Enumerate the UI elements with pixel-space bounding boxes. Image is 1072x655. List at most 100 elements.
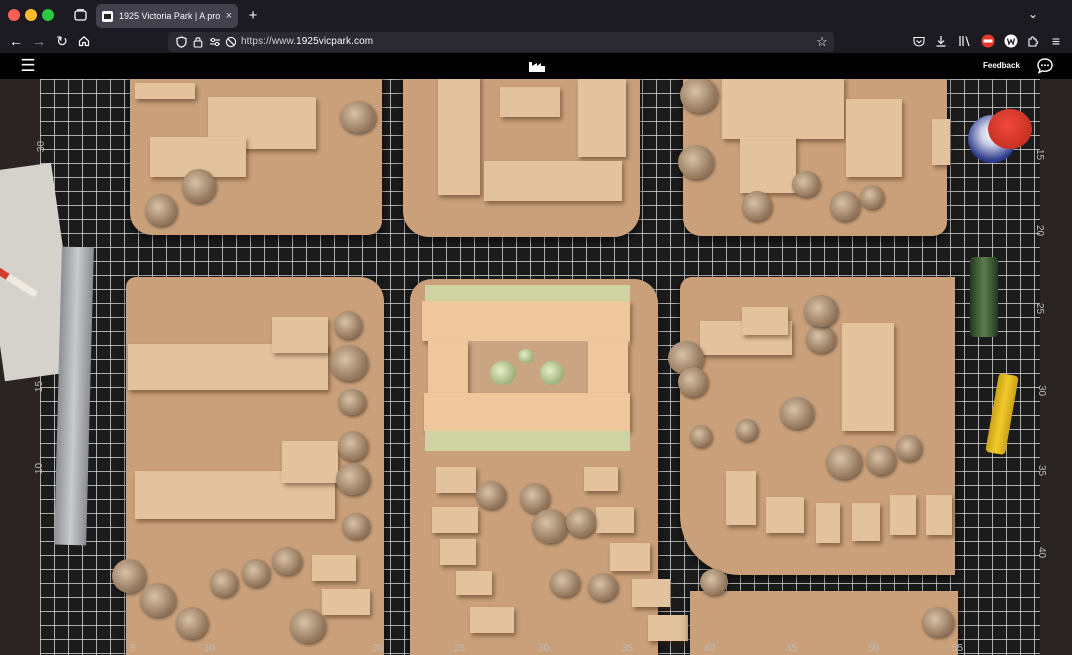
model-building [440, 539, 476, 565]
model-tree [210, 569, 238, 597]
model-tree [792, 171, 820, 197]
model-tree [860, 185, 884, 209]
mat-number-bottom: 40 [704, 643, 716, 654]
model-tree [330, 345, 368, 381]
model-tree [334, 311, 362, 339]
model-building [322, 589, 370, 615]
reload-button[interactable]: ↻ [54, 33, 70, 49]
mat-number-bottom: 30 [538, 643, 550, 654]
url-text[interactable]: https://www.1925vicpark.com [241, 36, 373, 47]
home-icon[interactable] [76, 33, 92, 49]
model-tree [804, 295, 838, 327]
bookmark-star-icon[interactable]: ☆ [814, 34, 830, 50]
wordtune-extension-icon[interactable] [1003, 34, 1018, 48]
model-tree [338, 431, 368, 461]
mat-number-bottom: 25 [454, 643, 466, 654]
forward-button[interactable]: → [31, 33, 47, 49]
model-building [632, 579, 670, 607]
model-building [722, 77, 844, 139]
model-tree [806, 325, 836, 353]
model-tree [678, 367, 708, 397]
model-building [135, 83, 195, 99]
model-tree [826, 445, 862, 479]
model-building [816, 503, 840, 543]
model-base-strip [690, 591, 958, 655]
courtyard-building-north [422, 301, 630, 341]
mat-number-bottom: 5 [130, 643, 136, 654]
model-building [596, 507, 634, 533]
extensions-puzzle-icon[interactable] [1026, 34, 1040, 48]
model-building [726, 471, 756, 525]
green-strip [425, 431, 630, 451]
model-tree [700, 569, 728, 595]
model-tree [290, 609, 326, 643]
model-building [484, 161, 622, 201]
model-building [926, 495, 952, 535]
library-icon[interactable] [957, 34, 971, 48]
model-tree [550, 569, 580, 597]
pocket-icon[interactable] [912, 34, 926, 48]
model-building [584, 467, 618, 491]
hamburger-menu-icon[interactable]: ☰ [18, 56, 38, 75]
model-tree [242, 559, 270, 587]
mat-number-bottom: 50 [868, 643, 880, 654]
model-building [648, 615, 688, 641]
model-building [500, 87, 560, 117]
lock-icon[interactable] [192, 35, 204, 49]
adblock-extension-icon[interactable] [980, 34, 995, 48]
model-building [432, 507, 478, 533]
paint-jar-lid [988, 109, 1032, 149]
model-building [742, 307, 788, 335]
courtyard-tree [490, 361, 516, 385]
mat-number-bottom: 10 [204, 643, 216, 654]
model-building [272, 317, 328, 353]
list-all-tabs-button[interactable]: ⌄ [1026, 6, 1040, 22]
tab-title: 1925 Victoria Park | A prototype [119, 11, 220, 21]
url-prefix: https://www. [241, 36, 297, 47]
close-window-button[interactable] [8, 9, 20, 21]
model-tree [140, 583, 176, 617]
mat-number-bottom: 20 [372, 643, 384, 654]
mat-number-bottom: 35 [622, 643, 634, 654]
model-building [438, 75, 480, 195]
mat-number-right: 20 [1034, 224, 1046, 237]
url-domain: 1925vicpark.com [296, 36, 374, 47]
model-tree [680, 77, 718, 113]
app-menu-button[interactable]: ≡ [1049, 33, 1063, 49]
mat-number-right: 30 [1036, 384, 1048, 397]
courtyard-building-west [428, 341, 468, 393]
model-building [740, 137, 796, 193]
model-tree [532, 509, 568, 543]
downloads-icon[interactable] [934, 34, 948, 48]
model-tree [112, 559, 146, 593]
courtyard-building-south [424, 393, 630, 431]
model-tree [922, 607, 954, 637]
model-tree [896, 435, 922, 461]
mat-number-bottom: 55 [952, 643, 964, 654]
back-button[interactable]: ← [8, 33, 24, 49]
site-logo-icon[interactable] [527, 58, 547, 74]
model-building [610, 543, 650, 571]
permissions-icon[interactable] [208, 35, 222, 49]
mat-number-left: 30 [36, 140, 48, 153]
maximize-window-button[interactable] [42, 9, 54, 21]
browser-chrome: 1925 Victoria Park | A prototype × + ⌄ ←… [0, 0, 1072, 53]
courtyard-tree [518, 349, 534, 363]
minimize-window-button[interactable] [25, 9, 37, 21]
tab-overview-icon[interactable] [72, 7, 88, 23]
tab-active[interactable]: 1925 Victoria Park | A prototype × [96, 4, 238, 28]
chat-bubble-icon[interactable] [1035, 56, 1055, 76]
model-tree [866, 445, 896, 475]
tab-close-button[interactable]: × [226, 10, 232, 22]
mat-number-bottom: 45 [786, 643, 798, 654]
tracking-protection-shield-icon[interactable] [174, 35, 188, 49]
feedback-link[interactable]: Feedback [983, 61, 1020, 70]
model-tree [780, 397, 814, 429]
tab-bar: 1925 Victoria Park | A prototype × + ⌄ [0, 0, 1072, 30]
url-bar[interactable]: https://www.1925vicpark.com ☆ [168, 32, 834, 52]
new-tab-button[interactable]: + [246, 7, 260, 24]
model-building [282, 441, 338, 483]
tracking-blocked-icon[interactable] [224, 35, 238, 49]
model-building [890, 495, 916, 535]
glue-bottle [970, 257, 998, 337]
